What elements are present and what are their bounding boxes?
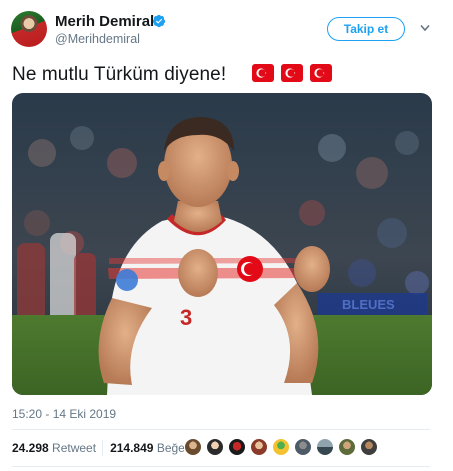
- like-count[interactable]: 214.849: [110, 441, 153, 455]
- svg-text:3: 3: [180, 305, 192, 330]
- follow-button[interactable]: Takip et: [327, 17, 405, 41]
- divider: [12, 429, 430, 430]
- tweet-timestamp[interactable]: 15:20 - 14 Eki 2019: [12, 407, 116, 421]
- turkish-flag-icon: [281, 64, 303, 82]
- turkish-flag-icon: [310, 64, 332, 82]
- stats-separator: [102, 440, 104, 456]
- photo-illustration: BLEUES 3: [12, 93, 432, 395]
- svg-text:BLEUES: BLEUES: [342, 297, 395, 312]
- liker-avatar[interactable]: [206, 438, 224, 456]
- tweet-photo[interactable]: BLEUES 3: [12, 93, 432, 395]
- chevron-down-icon[interactable]: [420, 24, 430, 32]
- author-handle[interactable]: @Merihdemiral: [55, 32, 140, 46]
- liker-avatar[interactable]: [228, 438, 246, 456]
- liker-avatar[interactable]: [316, 438, 334, 456]
- retweet-label[interactable]: Retweet: [52, 441, 96, 455]
- liker-avatars[interactable]: [184, 438, 382, 456]
- liker-avatar[interactable]: [272, 438, 290, 456]
- liker-avatar[interactable]: [250, 438, 268, 456]
- author-avatar[interactable]: [11, 11, 47, 47]
- liker-avatar[interactable]: [294, 438, 312, 456]
- liker-avatar[interactable]: [338, 438, 356, 456]
- verified-badge-icon: [152, 14, 166, 28]
- turkish-flag-icon: [252, 64, 274, 82]
- tweet-text: Ne mutlu Türküm diyene!: [12, 64, 227, 85]
- divider: [12, 466, 430, 467]
- liker-avatar[interactable]: [360, 438, 378, 456]
- retweet-count[interactable]: 24.298: [12, 441, 49, 455]
- author-name[interactable]: Merih Demiral: [55, 13, 154, 30]
- liker-avatar[interactable]: [184, 438, 202, 456]
- tweet-stats: 24.298 Retweet 214.849 Beğeni: [12, 440, 194, 456]
